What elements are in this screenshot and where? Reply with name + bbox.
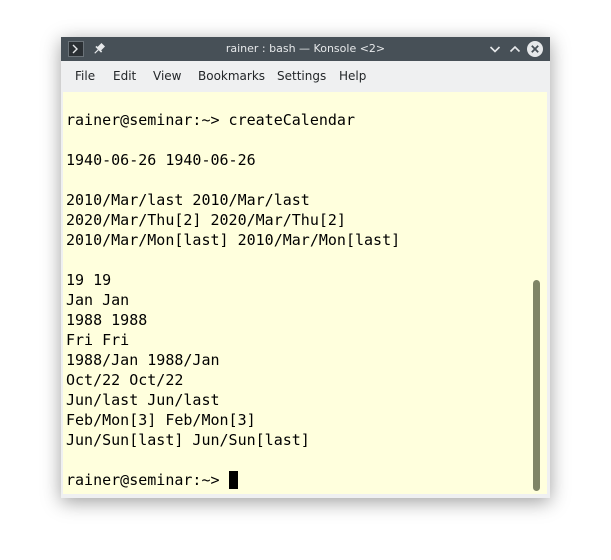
terminal-line: Jun/Sun[last] Jun/Sun[last]: [66, 431, 310, 449]
terminal-line: 2010/Mar/Mon[last] 2010/Mar/Mon[last]: [66, 231, 401, 249]
terminal-line: Oct/22 Oct/22: [66, 371, 184, 389]
menu-settings[interactable]: Settings: [277, 69, 326, 83]
prompt-text: rainer@seminar:~>: [66, 471, 229, 489]
terminal-line: 2020/Mar/Thu[2] 2020/Mar/Thu[2]: [66, 211, 346, 229]
title-bar[interactable]: rainer : bash — Konsole <2>: [61, 37, 550, 61]
maximize-icon[interactable]: [506, 40, 524, 58]
scrollbar-handle[interactable]: [533, 280, 540, 491]
menu-bookmarks[interactable]: Bookmarks: [198, 69, 265, 83]
minimize-icon[interactable]: [486, 40, 504, 58]
menu-help[interactable]: Help: [339, 69, 366, 83]
terminal-area[interactable]: rainer@seminar:~> createCalendar 1940-06…: [63, 92, 547, 494]
menu-file[interactable]: File: [75, 69, 95, 83]
terminal-line: Jun/last Jun/last: [66, 391, 220, 409]
terminal-line: 2010/Mar/last 2010/Mar/last: [66, 191, 310, 209]
window-title: rainer : bash — Konsole <2>: [225, 42, 386, 55]
terminal-line: 1940-06-26 1940-06-26: [66, 151, 256, 169]
terminal-line: Fri Fri: [66, 331, 130, 349]
close-icon[interactable]: [526, 40, 544, 58]
terminal-line: rainer@seminar:~> createCalendar: [66, 111, 355, 129]
terminal-line: 1988/Jan 1988/Jan: [66, 351, 220, 369]
terminal-line: 1988 1988: [66, 311, 148, 329]
konsole-window: rainer : bash — Konsole <2> File Edit Vi…: [61, 37, 550, 498]
terminal-line: 19 19: [66, 271, 112, 289]
menu-edit[interactable]: Edit: [113, 69, 136, 83]
cursor: [228, 471, 238, 489]
menu-view[interactable]: View: [153, 69, 181, 83]
terminal-line: Jan Jan: [66, 291, 130, 309]
terminal-prompt-line[interactable]: rainer@seminar:~>: [66, 470, 238, 490]
terminal-line: Feb/Mon[3] Feb/Mon[3]: [66, 411, 256, 429]
menu-bar: File Edit View Bookmarks Settings Help: [61, 61, 550, 90]
